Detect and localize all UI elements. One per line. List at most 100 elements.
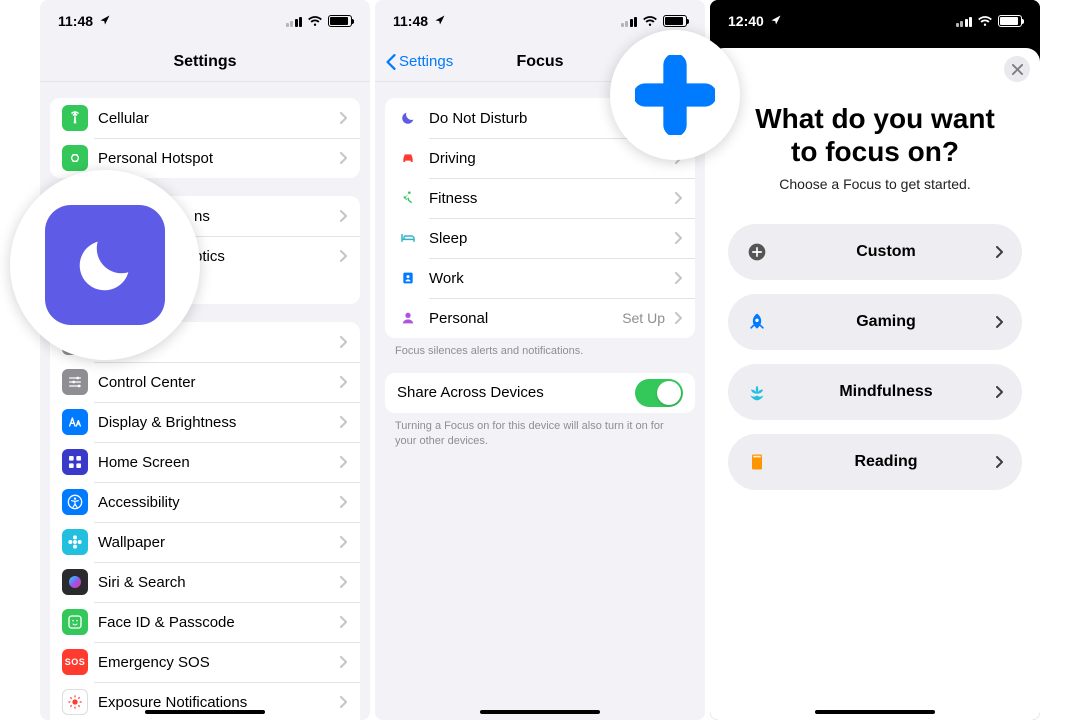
focus-icon-callout (10, 170, 200, 360)
settings-row[interactable]: Sleep (385, 218, 695, 258)
settings-row[interactable]: Display & Brightness (50, 402, 360, 442)
status-bar: 12:40 (710, 0, 1040, 42)
focus-option-list: Custom Gaming Mindfulness Reading (728, 224, 1022, 490)
row-label: Home Screen (98, 454, 334, 471)
battery-icon (663, 15, 687, 27)
chevron-right-icon (340, 456, 348, 468)
settings-row[interactable]: Siri & Search (50, 562, 360, 602)
settings-group-general: GeneralControl CenterDisplay & Brightnes… (50, 322, 360, 720)
row-label: Fitness (429, 190, 669, 207)
row-label: Work (429, 270, 669, 287)
focus-option-custom[interactable]: Custom (728, 224, 1022, 280)
settings-row[interactable]: Wallpaper (50, 522, 360, 562)
row-label: Cellular (98, 110, 334, 127)
settings-row[interactable]: Control Center (50, 362, 360, 402)
badge-icon (397, 265, 419, 291)
lotus-icon (746, 382, 768, 402)
rocket-icon (746, 312, 768, 332)
focus-option-mindfulness[interactable]: Mindfulness (728, 364, 1022, 420)
chevron-right-icon (340, 376, 348, 388)
chevron-right-icon (340, 576, 348, 588)
chevron-right-icon (340, 616, 348, 628)
option-label: Custom (768, 243, 1004, 261)
cellular-signal-icon (956, 16, 973, 27)
settings-row[interactable]: Home Screen (50, 442, 360, 482)
sliders-icon (62, 369, 88, 395)
back-button[interactable]: Settings (385, 53, 453, 70)
exposure-icon (62, 689, 88, 715)
close-button[interactable] (1004, 56, 1030, 82)
nav-title: Focus (516, 53, 563, 71)
location-icon (434, 13, 446, 29)
settings-row[interactable]: Cellular (50, 98, 360, 138)
chevron-right-icon (675, 192, 683, 204)
chevron-right-icon (996, 386, 1004, 398)
focus-option-gaming[interactable]: Gaming (728, 294, 1022, 350)
home-indicator[interactable] (480, 710, 600, 714)
chevron-right-icon (675, 232, 683, 244)
settings-row[interactable]: Work (385, 258, 695, 298)
run-icon (397, 185, 419, 211)
home-indicator[interactable] (145, 710, 265, 714)
chevron-right-icon (340, 250, 348, 262)
sheet-title: What do you wantto focus on? (728, 102, 1022, 168)
focus-option-reading[interactable]: Reading (728, 434, 1022, 490)
wifi-icon (307, 15, 323, 27)
option-label: Mindfulness (768, 383, 1004, 401)
settings-row[interactable]: Accessibility (50, 482, 360, 522)
row-detail: Set Up (622, 310, 665, 326)
status-time: 12:40 (728, 13, 764, 29)
settings-row[interactable]: Exposure Notifications (50, 682, 360, 720)
row-label: Wallpaper (98, 534, 334, 551)
settings-row[interactable]: Fitness (385, 178, 695, 218)
plus-circle-icon (746, 242, 768, 262)
row-label: Face ID & Passcode (98, 614, 334, 631)
battery-icon (328, 15, 352, 27)
row-label: Personal (429, 310, 622, 327)
settings-row[interactable]: SOS Emergency SOS (50, 642, 360, 682)
moon-icon (45, 205, 165, 325)
sos-icon: SOS (62, 649, 88, 675)
settings-row[interactable]: PersonalSet Up (385, 298, 695, 338)
grid-icon (62, 449, 88, 475)
wifi-icon (642, 15, 658, 27)
share-group: Share Across Devices (385, 373, 695, 413)
nav-bar: Settings (40, 42, 370, 82)
row-label: Sleep (429, 230, 669, 247)
chevron-right-icon (340, 536, 348, 548)
status-bar: 11:48 (40, 0, 370, 42)
antenna-icon (62, 105, 88, 131)
cellular-signal-icon (286, 16, 303, 27)
home-indicator[interactable] (815, 710, 935, 714)
status-time: 11:48 (58, 13, 93, 29)
book-icon (746, 452, 768, 472)
chevron-right-icon (996, 246, 1004, 258)
cellular-signal-icon (621, 16, 638, 27)
text-icon (62, 409, 88, 435)
screenshot-new-focus: 12:40 What do you wantto focus on? Choos… (710, 0, 1040, 720)
option-label: Gaming (768, 313, 1004, 331)
moon-icon (397, 105, 419, 131)
sheet-subtitle: Choose a Focus to get started. (728, 176, 1022, 192)
chevron-right-icon (996, 456, 1004, 468)
wifi-icon (977, 15, 993, 27)
row-label: Control Center (98, 374, 334, 391)
row-label: Emergency SOS (98, 654, 334, 671)
settings-group-network: Cellular Personal Hotspot (50, 98, 360, 178)
chevron-right-icon (675, 312, 683, 324)
row-label: Exposure Notifications (98, 694, 334, 711)
add-button-callout (610, 30, 740, 160)
location-icon (99, 13, 111, 29)
share-across-devices-row[interactable]: Share Across Devices (385, 373, 695, 413)
location-icon (770, 13, 782, 29)
row-label: Driving (429, 150, 669, 167)
chevron-right-icon (340, 416, 348, 428)
option-label: Reading (768, 453, 1004, 471)
row-label: Personal Hotspot (98, 150, 334, 167)
settings-row[interactable]: Face ID & Passcode (50, 602, 360, 642)
siri-icon (62, 569, 88, 595)
share-toggle[interactable] (635, 379, 683, 407)
chevron-right-icon (340, 112, 348, 124)
chevron-right-icon (340, 656, 348, 668)
focus-picker-sheet: What do you wantto focus on? Choose a Fo… (710, 48, 1040, 720)
